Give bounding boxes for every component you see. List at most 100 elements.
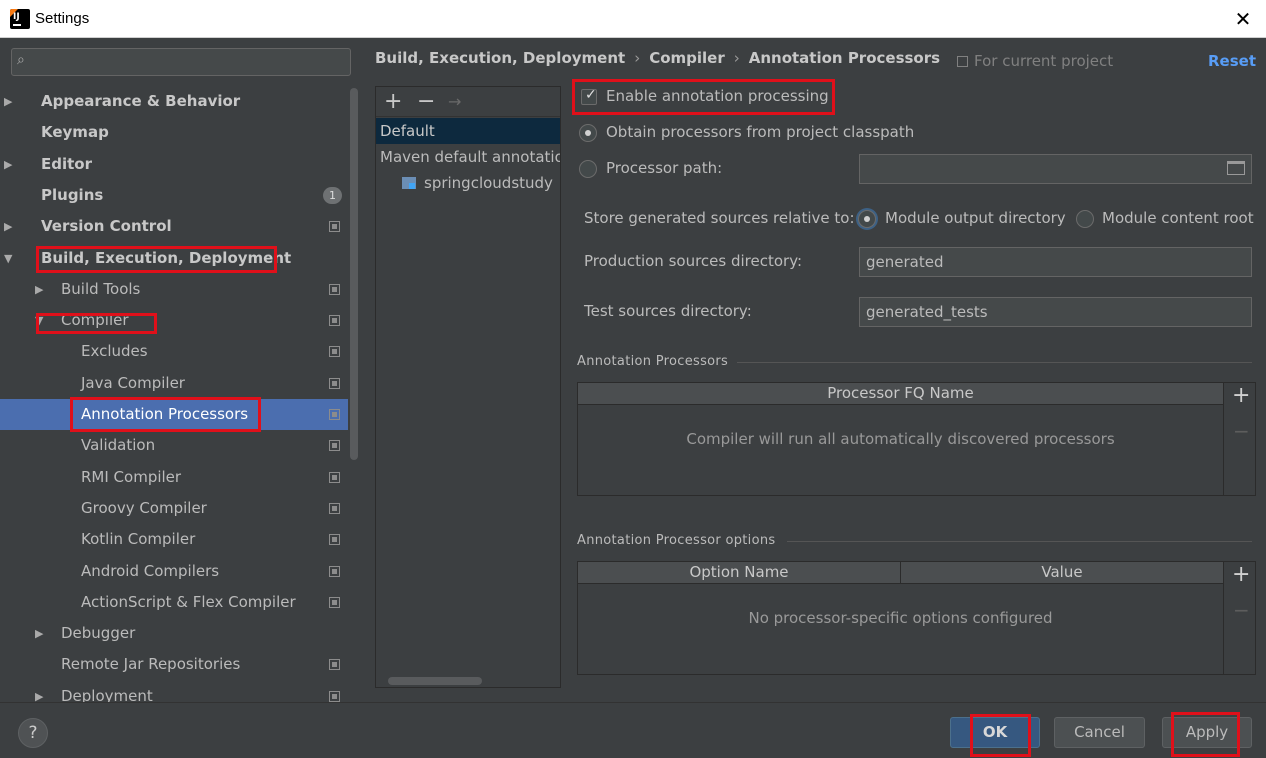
project-scope-icon [329, 221, 340, 233]
sidebar-item-appearance-behavior[interactable]: ▶ Appearance & Behavior [0, 86, 348, 117]
profile-module-springcloudstudy[interactable]: springcloudstudy [376, 170, 560, 196]
enable-annotation-processing-checkbox[interactable]: ✓ Enable annotation processing [581, 86, 841, 108]
expand-arrow-right-icon[interactable]: ▶ [4, 211, 12, 242]
processors-empty-text: Compiler will run all automatically disc… [686, 430, 1115, 448]
processors-table: Processor FQ Name Compiler will run all … [577, 382, 1224, 496]
module-output-radio[interactable]: Module output directory [858, 208, 1070, 230]
sidebar-item-build-tools[interactable]: ▶ Build Tools [0, 274, 348, 305]
move-module-button[interactable]: → [448, 87, 461, 117]
add-option-button[interactable]: + [1232, 562, 1250, 587]
scope-indicator: For current project [957, 52, 1113, 70]
reset-link[interactable]: Reset [1208, 52, 1256, 70]
sidebar-item-label: Version Control [41, 217, 172, 236]
project-scope-icon [329, 346, 340, 358]
breadcrumb: Build, Execution, Deployment › Compiler › An… [375, 49, 941, 67]
sidebar-item-label: Deployment [61, 686, 153, 702]
obtain-from-classpath-radio[interactable]: Obtain processors from project classpath [579, 122, 919, 144]
sidebar-item-debugger[interactable]: ▶ Debugger [0, 618, 348, 649]
annotation-processors-section: Annotation Processors [577, 354, 1252, 370]
processor-path-field[interactable] [859, 154, 1252, 184]
sidebar-item-label: Build Tools [61, 279, 141, 298]
column-header-option-name[interactable]: Option Name [578, 562, 901, 584]
project-scope-icon [957, 56, 968, 67]
sidebar-scrollbar[interactable] [350, 88, 358, 460]
breadcrumb-item: Compiler [649, 49, 725, 67]
sidebar-item-label: RMI Compiler [81, 467, 182, 486]
profiles-panel: + − → Default Maven default annotation p… [375, 86, 561, 688]
ok-button[interactable]: OK [950, 717, 1040, 748]
options-empty-text: No processor-specific options configured [748, 609, 1053, 627]
sidebar-item-annotation-processors[interactable]: Annotation Processors [0, 399, 348, 430]
project-scope-icon [329, 659, 340, 671]
sidebar-item-groovy-compiler[interactable]: Groovy Compiler [0, 493, 348, 524]
sidebar-item-label: Editor [41, 154, 92, 173]
close-icon[interactable]: ✕ [1230, 6, 1256, 32]
project-scope-icon [329, 534, 340, 546]
cancel-button[interactable]: Cancel [1054, 717, 1145, 748]
checkmark-icon: ✓ [585, 87, 597, 103]
sidebar-item-label: Plugins [41, 185, 104, 204]
sidebar-item-label: Remote Jar Repositories [61, 655, 241, 674]
expand-arrow-right-icon[interactable]: ▶ [4, 149, 12, 180]
radio[interactable] [579, 160, 597, 178]
add-profile-button[interactable]: + [384, 87, 402, 117]
radio[interactable] [1076, 210, 1094, 228]
processors-table-toolbar: + − [1224, 382, 1256, 496]
processor-path-radio[interactable]: Processor path: [579, 158, 779, 180]
settings-sidebar: ⌕ ▶ Appearance & Behavior Keymap ▶ Editor Plu… [0, 38, 361, 702]
profile-item-default[interactable]: Default [376, 118, 560, 144]
sidebar-item-label: Excludes [81, 342, 148, 361]
sidebar-item-plugins[interactable]: Plugins 1 [0, 180, 348, 211]
column-header-value[interactable]: Value [901, 562, 1223, 584]
breadcrumb-item: Annotation Processors [748, 49, 941, 67]
checkbox[interactable]: ✓ [581, 87, 597, 105]
expand-arrow-down-icon[interactable]: ▼ [35, 305, 43, 336]
sidebar-item-build-execution-deployment[interactable]: ▼ Build, Execution, Deployment [0, 243, 348, 274]
sidebar-item-compiler[interactable]: ▼ Compiler [0, 305, 348, 336]
sidebar-item-excludes[interactable]: Excludes [0, 336, 348, 367]
remove-option-button[interactable]: − [1233, 598, 1250, 622]
sidebar-item-editor[interactable]: ▶ Editor [0, 149, 348, 180]
sidebar-item-remote-jar-repositories[interactable]: Remote Jar Repositories [0, 649, 348, 680]
sidebar-item-keymap[interactable]: Keymap [0, 117, 348, 148]
help-button[interactable]: ? [18, 718, 48, 748]
expand-arrow-right-icon[interactable]: ▶ [35, 681, 43, 702]
search-icon: ⌕ [17, 52, 25, 68]
add-processor-button[interactable]: + [1232, 383, 1250, 408]
sidebar-item-rmi-compiler[interactable]: RMI Compiler [0, 462, 348, 493]
test-sources-label: Test sources directory: [584, 302, 752, 320]
sidebar-item-kotlin-compiler[interactable]: Kotlin Compiler [0, 524, 348, 555]
apply-button[interactable]: Apply [1162, 717, 1252, 748]
folder-browse-icon[interactable] [1227, 161, 1245, 175]
remove-profile-button[interactable]: − [417, 87, 435, 117]
expand-arrow-right-icon[interactable]: ▶ [35, 618, 43, 649]
dialog-footer: ? OK Cancel Apply [0, 702, 1266, 758]
sidebar-item-version-control[interactable]: ▶ Version Control [0, 211, 348, 242]
profiles-scrollbar[interactable] [388, 677, 482, 685]
sidebar-item-deployment[interactable]: ▶ Deployment [0, 681, 348, 702]
production-sources-field[interactable]: generated [859, 247, 1252, 277]
project-scope-icon [329, 565, 340, 577]
update-count-badge: 1 [323, 186, 342, 204]
radio[interactable] [579, 124, 597, 142]
sidebar-item-label: Compiler [61, 311, 129, 330]
project-scope-icon [329, 502, 340, 514]
project-scope-icon [329, 596, 340, 608]
sidebar-item-android-compilers[interactable]: Android Compilers [0, 556, 348, 587]
sidebar-item-label: Android Compilers [81, 561, 220, 580]
expand-arrow-right-icon[interactable]: ▶ [35, 274, 43, 305]
remove-processor-button[interactable]: − [1233, 419, 1250, 443]
radio[interactable] [858, 210, 876, 228]
expand-arrow-right-icon[interactable]: ▶ [4, 86, 12, 117]
test-sources-field[interactable]: generated_tests [859, 297, 1252, 327]
sidebar-item-actionscript-flex-compiler[interactable]: ActionScript & Flex Compiler [0, 587, 348, 618]
search-input[interactable]: ⌕ [11, 48, 351, 76]
column-header-processor-fq-name[interactable]: Processor FQ Name [578, 383, 1223, 405]
sidebar-item-label: Debugger [61, 624, 136, 643]
module-content-root-radio[interactable]: Module content root [1076, 208, 1264, 230]
profile-item-maven-default[interactable]: Maven default annotation processors prof… [376, 144, 560, 170]
sidebar-item-java-compiler[interactable]: Java Compiler [0, 368, 348, 399]
sidebar-item-label: Appearance & Behavior [41, 92, 241, 110]
expand-arrow-down-icon[interactable]: ▼ [4, 243, 12, 274]
sidebar-item-validation[interactable]: Validation [0, 430, 348, 461]
